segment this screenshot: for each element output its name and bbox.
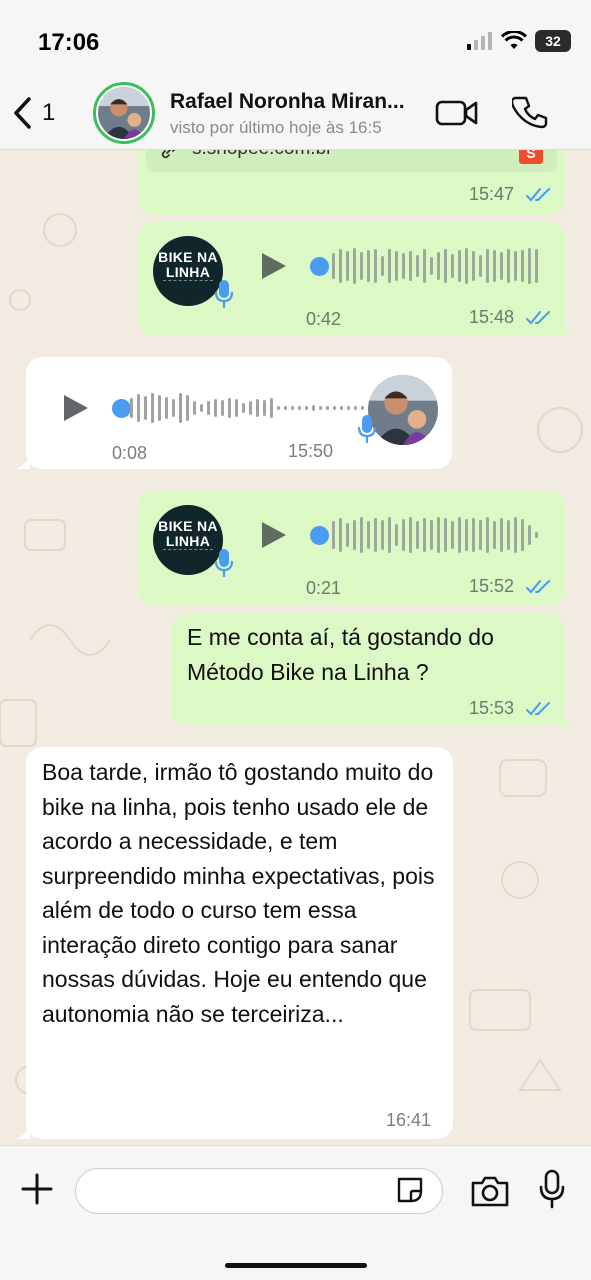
read-receipt-icon	[526, 311, 550, 325]
sender-avatar	[368, 375, 438, 445]
audio-waveform[interactable]	[130, 388, 364, 428]
unread-count: 1	[42, 99, 56, 126]
audio-message-outgoing[interactable]: BIKE NA LINHA 0:21 15:52	[138, 491, 565, 605]
status-time: 17:06	[38, 29, 100, 56]
last-seen-status: visto por último hoje às 16:5	[170, 118, 382, 137]
message-time: 15:50	[288, 441, 334, 461]
video-call-icon[interactable]	[435, 98, 479, 128]
back-button[interactable]: 1	[12, 96, 55, 130]
playback-scrubber[interactable]	[112, 399, 131, 418]
message-time: 15:53	[469, 698, 515, 718]
text-message-incoming[interactable]: Boa tarde, irmão tô gostando muito do bi…	[26, 747, 453, 1139]
microphone-icon	[214, 549, 234, 577]
battery-icon: 32	[535, 30, 571, 52]
audio-waveform[interactable]	[332, 515, 538, 555]
read-receipt-icon	[526, 702, 550, 716]
camera-icon[interactable]	[470, 1174, 510, 1208]
home-indicator	[225, 1263, 367, 1268]
message-text: E me conta aí, tá gostando do Método Bik…	[187, 624, 494, 685]
playback-scrubber[interactable]	[310, 526, 329, 545]
status-icons: 32	[467, 30, 571, 52]
read-receipt-icon	[526, 188, 550, 202]
message-text: Boa tarde, irmão tô gostando muito do bi…	[42, 759, 435, 1027]
audio-message-incoming[interactable]: 0:08 15:50	[26, 357, 452, 469]
bubble-tail	[16, 1125, 30, 1139]
status-bar: 17:06 32	[0, 0, 591, 80]
bubble-tail	[16, 455, 30, 469]
play-button[interactable]	[262, 522, 286, 548]
signal-icon	[467, 32, 492, 50]
microphone-icon[interactable]	[538, 1169, 566, 1209]
phone-icon[interactable]	[512, 94, 548, 130]
message-composer	[0, 1145, 591, 1280]
microphone-icon	[214, 280, 234, 308]
microphone-icon	[357, 415, 377, 443]
playback-scrubber[interactable]	[310, 257, 329, 276]
message-time: 16:41	[386, 1110, 432, 1130]
chevron-left-icon	[14, 97, 31, 129]
audio-waveform[interactable]	[332, 246, 538, 286]
sticker-icon[interactable]	[395, 1175, 425, 1205]
bubble-tail	[560, 712, 574, 726]
audio-duration: 0:08	[112, 443, 148, 463]
audio-duration: 0:42	[306, 309, 342, 329]
text-message-outgoing[interactable]: E me conta aí, tá gostando do Método Bik…	[171, 614, 565, 726]
bubble-tail	[560, 322, 574, 336]
message-time: 15:48	[469, 307, 515, 327]
play-button[interactable]	[262, 253, 286, 279]
audio-duration: 0:21	[306, 578, 342, 598]
contact-name[interactable]: Rafael Noronha Miran...	[170, 90, 420, 114]
plus-icon[interactable]	[20, 1172, 54, 1206]
message-time: 15:47	[469, 184, 515, 204]
chat-header: 1 Rafael Noronha Miran... visto por últi…	[0, 80, 591, 150]
message-time: 15:52	[469, 576, 515, 596]
contact-avatar[interactable]	[93, 82, 155, 144]
message-input[interactable]	[75, 1168, 443, 1214]
audio-message-outgoing[interactable]: BIKE NA LINHA 0:42 15:48	[138, 222, 565, 336]
read-receipt-icon	[526, 580, 550, 594]
wifi-icon	[501, 31, 527, 49]
play-button[interactable]	[64, 395, 88, 421]
